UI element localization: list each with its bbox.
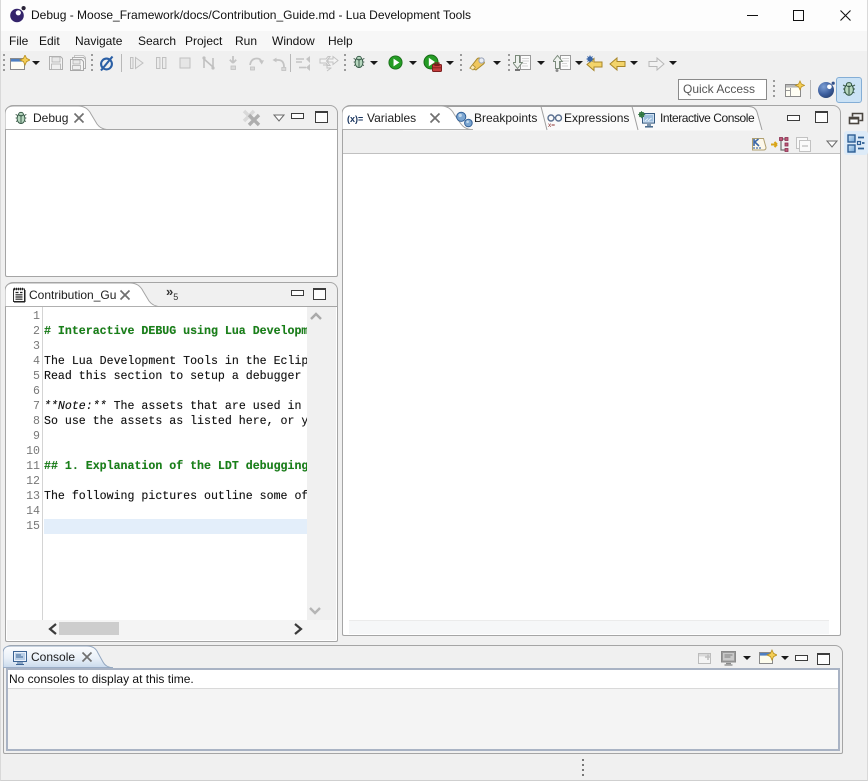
svg-text:x=: x= [548, 122, 555, 128]
